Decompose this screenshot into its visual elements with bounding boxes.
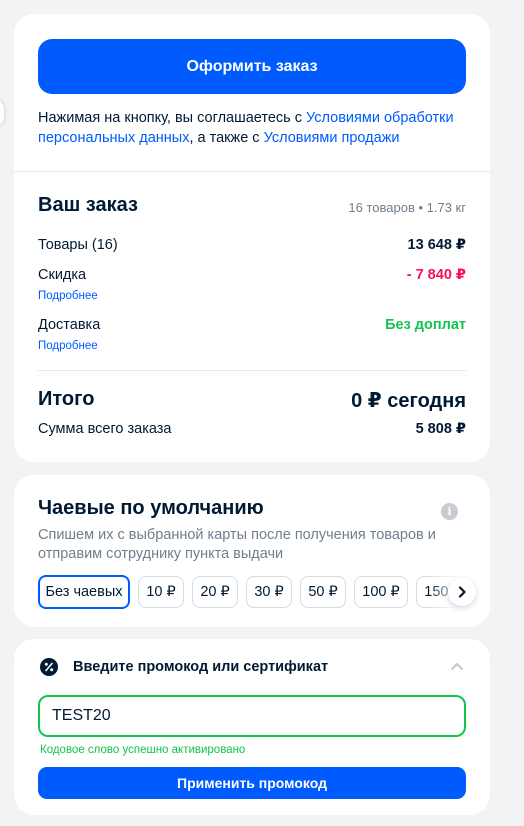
tip-option-100[interactable]: 100 ₽ <box>354 576 408 608</box>
delivery-details-link[interactable]: Подробнее <box>38 340 98 352</box>
tip-option-10[interactable]: 10 ₽ <box>138 576 184 608</box>
chevron-right-icon[interactable] <box>448 578 476 606</box>
order-sum-value: 5 808 ₽ <box>415 421 466 437</box>
total-label: Итого <box>38 388 95 410</box>
place-order-button[interactable]: Оформить заказ <box>38 39 466 94</box>
promo-card: Введите промокод или сертификат Кодовое … <box>14 639 490 815</box>
chevron-up-icon[interactable] <box>450 661 464 671</box>
tips-description: Спишем их с выбранной карты после получе… <box>38 527 436 562</box>
order-sum-label: Сумма всего заказа <box>38 421 172 437</box>
order-title: Ваш заказ <box>38 194 138 216</box>
divider <box>14 171 490 172</box>
agreement-prefix: Нажимая на кнопку, вы соглашаетесь с <box>38 110 307 126</box>
apply-promo-button[interactable]: Применить промокод <box>38 767 466 799</box>
tips-title: Чаевые по умолчанию <box>38 497 264 519</box>
tips-options: Без чаевых 10 ₽ 20 ₽ 30 ₽ 50 ₽ 100 ₽ 150… <box>38 575 462 609</box>
tip-option-30[interactable]: 30 ₽ <box>246 576 292 608</box>
order-meta: 16 товаров • 1.73 кг <box>348 200 466 215</box>
info-icon[interactable]: i <box>441 503 458 520</box>
percent-icon <box>40 658 58 676</box>
promo-status: Кодовое слово успешно активировано <box>40 744 246 756</box>
delivery-label: Доставка <box>38 317 101 333</box>
checkout-page: Оформить заказ Нажимая на кнопку, вы сог… <box>0 0 524 826</box>
tips-card: Чаевые по умолчанию i Спишем их с выбран… <box>14 475 490 627</box>
tip-option-none[interactable]: Без чаевых <box>38 575 130 609</box>
discount-value: - 7 840 ₽ <box>406 267 466 283</box>
promo-title: Введите промокод или сертификат <box>73 659 329 675</box>
sale-terms-link[interactable]: Условиями продажи <box>264 130 400 146</box>
discount-label: Скидка <box>38 267 87 283</box>
order-summary-card: Оформить заказ Нажимая на кнопку, вы сог… <box>14 14 490 462</box>
total-value: 0 ₽ сегодня <box>351 390 466 412</box>
goods-value: 13 648 ₽ <box>407 237 466 253</box>
discount-details-link[interactable]: Подробнее <box>38 290 98 302</box>
goods-label: Товары (16) <box>38 237 118 253</box>
delivery-value: Без доплат <box>385 317 466 333</box>
promo-code-input[interactable] <box>38 695 466 737</box>
side-panel-handle[interactable] <box>0 98 4 128</box>
tip-option-20[interactable]: 20 ₽ <box>192 576 238 608</box>
divider <box>38 370 466 371</box>
agreement-middle: , а также с <box>189 130 264 146</box>
tip-option-50[interactable]: 50 ₽ <box>300 576 346 608</box>
agreement-text: Нажимая на кнопку, вы соглашаетесь с Усл… <box>38 108 470 148</box>
